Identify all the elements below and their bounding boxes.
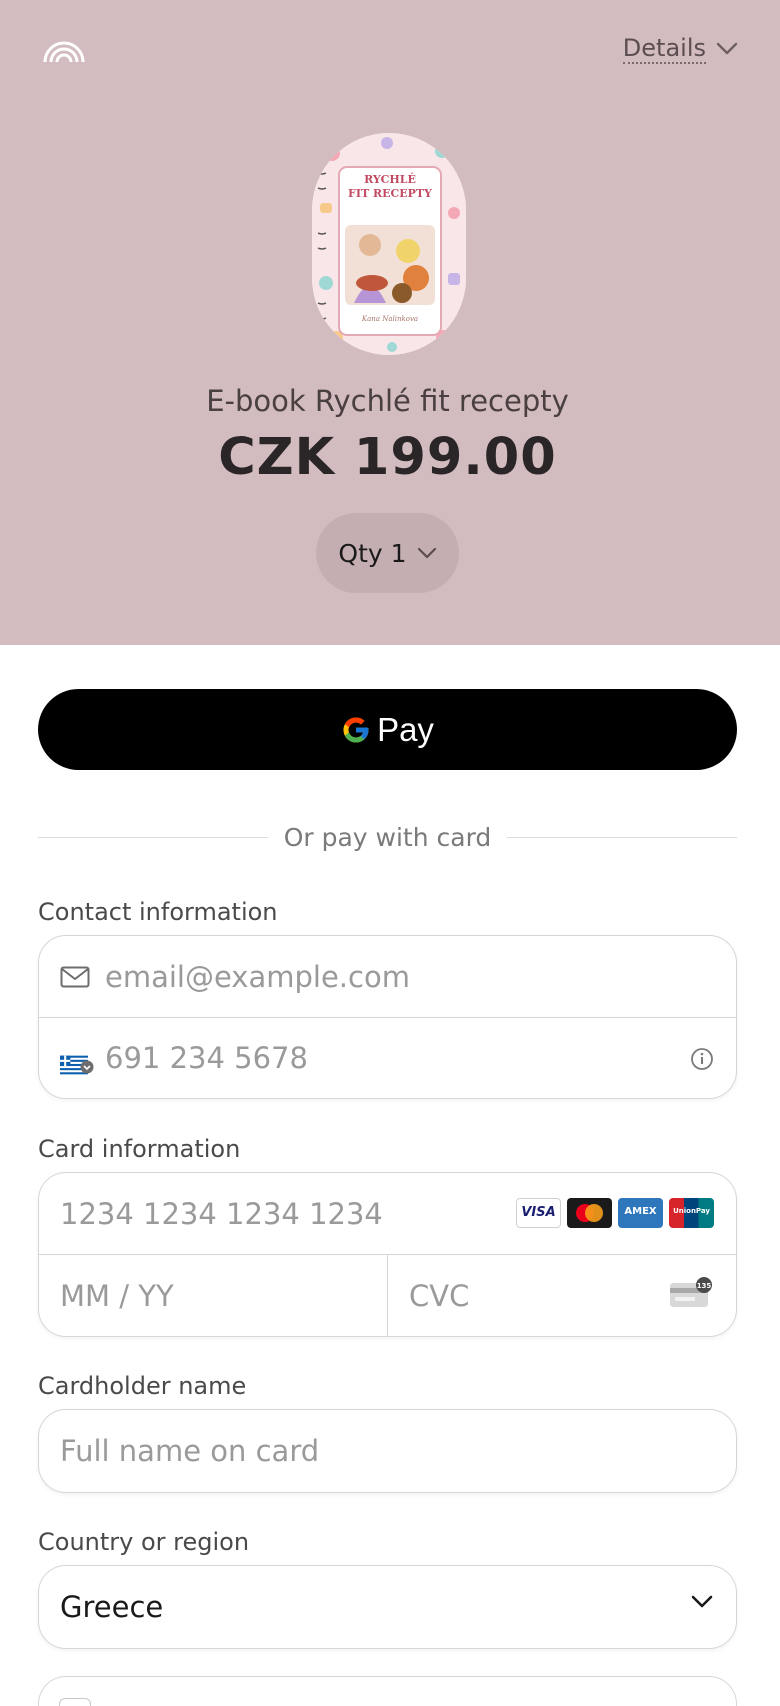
save-info-checkbox[interactable] [59, 1698, 91, 1706]
chevron-down-icon [417, 547, 436, 559]
phone-field[interactable]: 691 234 5678 [39, 1017, 736, 1098]
visa-icon: VISA [516, 1198, 561, 1228]
product-name: E-book Rychlé fit recepty [206, 384, 569, 418]
book-cover-title-line2: FIT RECEPTY [348, 187, 432, 200]
book-cover-author: Kana Nalinkova [361, 315, 419, 323]
cvc-field[interactable]: CVC 135 [387, 1255, 736, 1336]
product-image: RYCHLÉ FIT RECEPTY Kana Nalinkova [312, 133, 466, 355]
country-region-label: Country or region [38, 1528, 250, 1556]
cvc-hint-text: 135 [697, 1282, 712, 1290]
cardholder-name-field[interactable]: Full name on card [38, 1409, 737, 1493]
amex-brand-text: AMEX [624, 1206, 657, 1217]
chevron-down-icon [691, 1595, 713, 1608]
contact-information-label: Contact information [38, 898, 278, 926]
card-number-field[interactable]: 1234 1234 1234 1234 VISA AMEX UnionPay [39, 1173, 736, 1254]
card-number-input[interactable]: 1234 1234 1234 1234 [60, 1197, 383, 1231]
divider-line [507, 837, 737, 838]
unionpay-icon: UnionPay [669, 1198, 714, 1228]
book-cover-title-line1: RYCHLÉ [364, 173, 416, 186]
details-toggle[interactable]: Details [622, 34, 738, 64]
google-pay-button[interactable]: Pay [38, 689, 737, 770]
details-label: Details [622, 34, 706, 64]
email-input[interactable]: email@example.com [105, 960, 410, 994]
divider-line [38, 837, 268, 838]
expiry-input[interactable]: MM / YY [60, 1279, 174, 1313]
expiry-field[interactable]: MM / YY [39, 1255, 387, 1336]
country-value: Greece [60, 1590, 164, 1624]
cardholder-name-input[interactable]: Full name on card [60, 1434, 319, 1468]
google-pay-label: Pay [377, 710, 434, 748]
card-brands: VISA AMEX UnionPay [516, 1198, 714, 1228]
quantity-selector[interactable]: Qty 1 [316, 513, 459, 593]
mail-icon [60, 966, 90, 988]
mastercard-icon [567, 1198, 612, 1228]
product-summary-header: Details RYCHLÉ FIT RECEPTY Kana Nalinkov… [0, 0, 780, 645]
contact-fields: email@example.com 691 234 5678 [38, 935, 737, 1099]
or-divider: Or pay with card [38, 823, 737, 852]
card-information-label: Card information [38, 1135, 241, 1163]
country-select[interactable]: Greece [38, 1565, 737, 1649]
email-field[interactable]: email@example.com [39, 936, 736, 1017]
card-fields: 1234 1234 1234 1234 VISA AMEX UnionPay M… [38, 1172, 737, 1337]
unionpay-brand-text: UnionPay [673, 1207, 710, 1215]
amex-icon: AMEX [618, 1198, 663, 1228]
google-g-icon [343, 717, 369, 742]
dropdown-badge-icon [80, 1060, 94, 1074]
book-cover-title: RYCHLÉ FIT RECEPTY [339, 173, 441, 201]
product-price: CZK 199.00 [218, 428, 557, 487]
save-info-section [38, 1676, 737, 1706]
rainbow-logo-icon [43, 41, 85, 63]
divider-text: Or pay with card [283, 823, 492, 852]
greece-flag-icon[interactable] [60, 1048, 94, 1075]
cvc-input[interactable]: CVC [409, 1279, 469, 1313]
quantity-label: Qty 1 [338, 538, 407, 568]
chevron-down-icon [716, 42, 738, 55]
phone-input[interactable]: 691 234 5678 [105, 1041, 308, 1075]
visa-brand-text: VISA [521, 1205, 556, 1220]
info-icon[interactable] [690, 1047, 714, 1071]
cvc-card-icon: 135 [670, 1277, 712, 1307]
cardholder-name-label: Cardholder name [38, 1372, 247, 1400]
